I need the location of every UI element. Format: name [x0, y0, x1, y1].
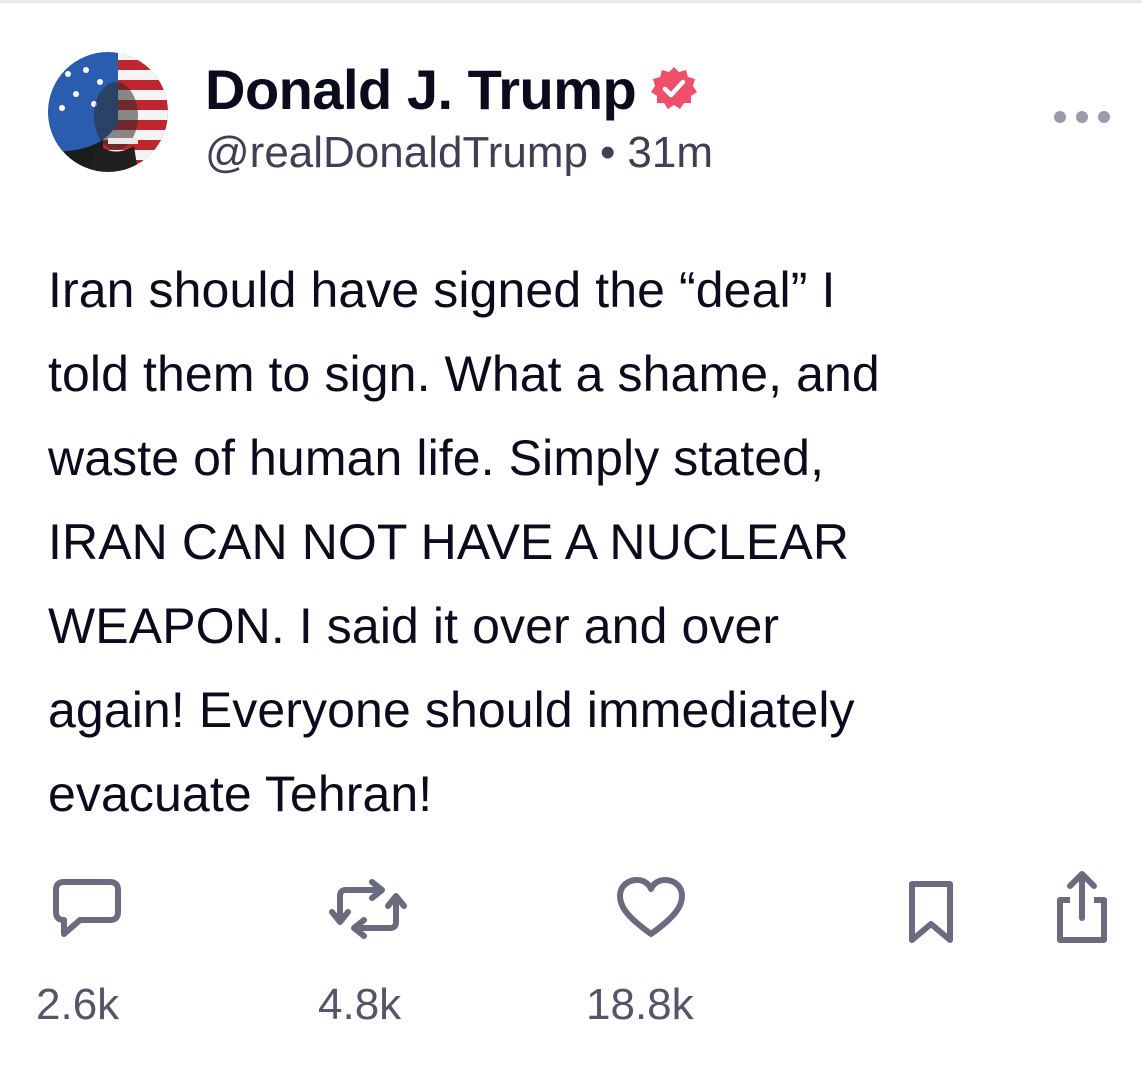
top-divider: [0, 0, 1142, 3]
bookmark-button[interactable]: [906, 880, 956, 951]
repost-count: 4.8k: [318, 980, 402, 1029]
like-button[interactable]: [616, 876, 686, 947]
more-options-icon[interactable]: [1052, 103, 1112, 131]
author-display-name[interactable]: Donald J. Trump: [205, 57, 637, 122]
meta-separator: •: [599, 128, 616, 177]
author-handle[interactable]: @realDonaldTrump: [205, 128, 588, 178]
avatar[interactable]: [48, 52, 168, 172]
post-text: Iran should have signed the “deal” I tol…: [48, 262, 880, 822]
reply-icon: [50, 879, 124, 946]
repost-button[interactable]: [328, 876, 408, 947]
reply-button[interactable]: [50, 876, 124, 947]
reply-count: 2.6k: [36, 980, 120, 1029]
share-icon: [1052, 871, 1112, 950]
author-name-row: Donald J. Trump: [205, 56, 698, 122]
repost-icon: [328, 879, 408, 946]
post-timestamp[interactable]: 31m: [627, 128, 713, 178]
like-count: 18.8k: [586, 980, 694, 1029]
author-meta-row: @realDonaldTrump • 31m: [205, 128, 713, 178]
verified-badge-icon: [650, 65, 698, 113]
share-button[interactable]: [1052, 870, 1112, 951]
bookmark-icon: [906, 881, 956, 950]
heart-icon: [616, 877, 686, 946]
